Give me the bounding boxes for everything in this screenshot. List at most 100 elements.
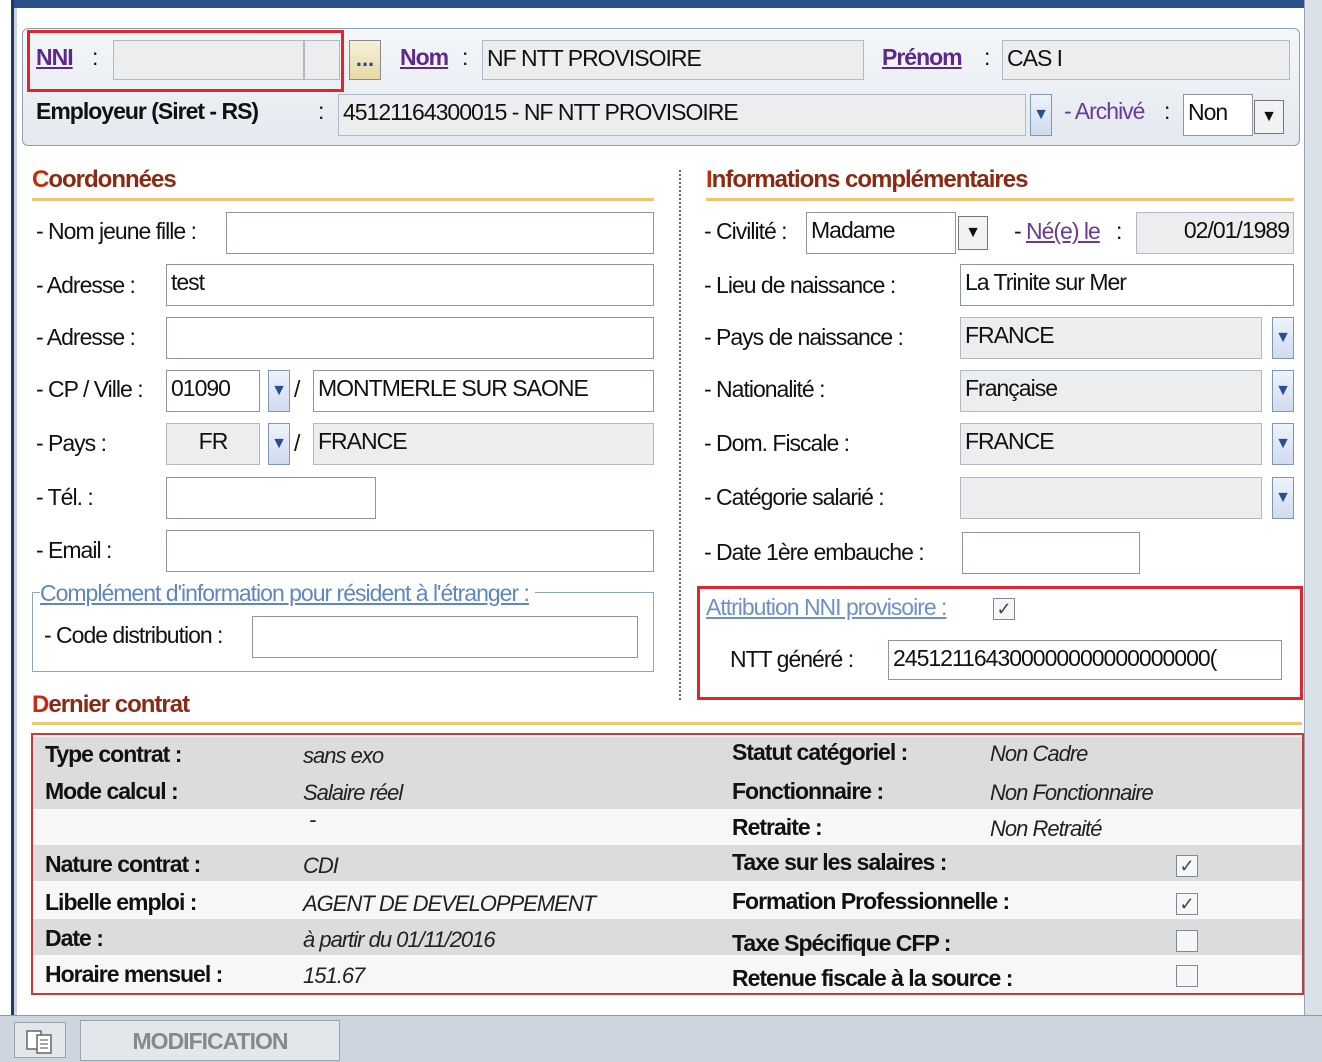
ville-input[interactable]: MONTMERLE SUR SAONE <box>313 370 654 412</box>
nni-input[interactable] <box>113 40 304 80</box>
adresse1-input[interactable]: test <box>166 264 654 306</box>
taxe-cfp-checkbox[interactable] <box>1176 930 1198 952</box>
nni-browse-button[interactable]: ... <box>349 40 381 80</box>
section-title-coordonnees: Coordonnées <box>32 166 177 193</box>
lieu-naissance-label: - Lieu de naissance : <box>704 272 896 298</box>
date-value: à partir du 01/11/2016 <box>303 927 496 952</box>
horaire-mensuel-value: 151.67 <box>303 963 365 988</box>
libelle-emploi-value: AGENT DE DEVELOPPEMENT <box>303 891 596 916</box>
civilite-dropdown-button[interactable]: ▼ <box>958 216 988 250</box>
categorie-salarie-dropdown-button[interactable]: ▼ <box>1272 477 1294 519</box>
nni-label[interactable]: NNI <box>36 44 74 71</box>
nom-label[interactable]: Nom <box>400 44 449 71</box>
pays-separator: / <box>294 430 300 456</box>
fonctionnaire-value: Non Fonctionnaire <box>990 780 1154 805</box>
lieu-naissance-input[interactable]: La Trinite sur Mer <box>960 264 1294 306</box>
prenom-input[interactable]: CAS I <box>1002 40 1290 80</box>
code-distribution-label: - Code distribution : <box>44 622 223 648</box>
prenom-colon: : <box>984 44 990 70</box>
civilite-label: - Civilité : <box>704 218 788 244</box>
section-title-dernier-contrat: Dernier contrat <box>32 691 190 718</box>
type-contrat-label: Type contrat : <box>45 741 182 767</box>
employeur-colon: : <box>318 98 324 124</box>
libelle-emploi-label: Libelle emploi : <box>45 889 197 915</box>
taxe-salaires-checkbox[interactable]: ✓ <box>1176 855 1198 877</box>
date-embauche-input[interactable] <box>962 532 1140 574</box>
ntt-genere-input[interactable]: 245121164300000000000000000( <box>888 640 1282 680</box>
pays-input[interactable]: FRANCE <box>313 423 654 465</box>
section-underline <box>32 722 1302 725</box>
retenue-fiscale-checkbox[interactable] <box>1176 965 1198 987</box>
window-left-border <box>0 0 14 1015</box>
section-underline <box>32 198 654 201</box>
dom-fiscale-dropdown-button[interactable]: ▼ <box>1272 423 1294 465</box>
statut-categoriel-value: Non Cadre <box>990 741 1088 766</box>
vertical-scrollbar[interactable] <box>1304 0 1322 1015</box>
categorie-salarie-select[interactable] <box>960 477 1262 519</box>
employeur-select[interactable]: 45121164300015 - NF NTT PROVISOIRE <box>338 94 1026 136</box>
nom-input[interactable]: NF NTT PROVISOIRE <box>482 40 864 80</box>
pays-naissance-label: - Pays de naissance : <box>704 324 904 350</box>
attribution-nni-checkbox[interactable]: ✓ <box>993 598 1015 620</box>
section-title-informations: Informations complémentaires <box>706 166 1028 193</box>
cp-ville-separator: / <box>294 376 300 402</box>
archive-dropdown-button[interactable]: ▼ <box>1254 100 1284 134</box>
pays-naissance-dropdown-button[interactable]: ▼ <box>1272 317 1294 359</box>
ne-le-colon: : <box>1116 218 1122 244</box>
nni-colon: : <box>92 44 98 70</box>
formation-professionnelle-checkbox[interactable]: ✓ <box>1176 893 1198 915</box>
retraite-label: Retraite : <box>732 814 823 840</box>
tel-label: - Tél. : <box>36 484 94 510</box>
cp-input[interactable]: 01090 <box>166 370 260 412</box>
date-embauche-label: - Date 1ère embauche : <box>704 539 925 565</box>
nom-colon: : <box>462 44 468 70</box>
ne-le-label[interactable]: Né(e) le <box>1026 218 1101 245</box>
archive-label: - Archivé <box>1064 98 1145 124</box>
status-icon-button[interactable] <box>14 1022 66 1058</box>
ntt-genere-label: NTT généré : <box>730 646 854 672</box>
nationalite-select[interactable]: Française <box>960 370 1262 412</box>
contrat-table: Type contrat : sans exo Mode calcul : Sa… <box>31 733 1304 995</box>
nom-jeune-fille-input[interactable] <box>226 212 654 254</box>
taxe-salaires-label: Taxe sur les salaires : <box>732 849 947 875</box>
formation-professionnelle-label: Formation Professionnelle : <box>732 888 1010 914</box>
fonctionnaire-label: Fonctionnaire : <box>732 778 884 804</box>
employeur-label: Employeur (Siret - RS) <box>36 98 259 124</box>
date-naissance-input[interactable]: 02/01/1989 <box>1136 212 1294 254</box>
pays-code-input[interactable]: FR <box>166 423 260 465</box>
dom-fiscale-select[interactable]: FRANCE <box>960 423 1262 465</box>
tel-input[interactable] <box>166 477 376 519</box>
mode-calcul-value: Salaire réel <box>303 780 403 805</box>
taxe-cfp-label: Taxe Spécifique CFP : <box>732 930 951 956</box>
employeur-dropdown-button[interactable]: ▼ <box>1030 94 1052 136</box>
table-row <box>33 919 1302 955</box>
adresse2-label: - Adresse : <box>36 324 136 350</box>
email-label: - Email : <box>36 537 112 563</box>
table-row <box>33 845 1302 881</box>
nature-contrat-value: CDI <box>303 853 339 878</box>
table-row <box>33 881 1302 919</box>
email-input[interactable] <box>166 530 654 572</box>
archive-colon: : <box>1164 98 1170 124</box>
archive-select[interactable]: Non <box>1183 94 1253 136</box>
pays-naissance-select[interactable]: FRANCE <box>960 317 1262 359</box>
categorie-salarie-label: - Catégorie salarié : <box>704 484 885 510</box>
adresse2-input[interactable] <box>166 317 654 359</box>
mode-calcul-label: Mode calcul : <box>45 778 179 804</box>
cp-ville-label: - CP / Ville : <box>36 376 144 402</box>
retenue-fiscale-label: Retenue fiscale à la source : <box>732 965 1013 991</box>
tab-modification[interactable]: MODIFICATION <box>80 1020 340 1061</box>
nationalite-dropdown-button[interactable]: ▼ <box>1272 370 1294 412</box>
nni-input-suffix[interactable] <box>304 40 340 80</box>
nationalite-label: - Nationalité : <box>704 376 826 402</box>
column-separator <box>679 170 681 700</box>
attribution-nni-label: Attribution NNI provisoire : <box>706 594 947 620</box>
cp-dropdown-button[interactable]: ▼ <box>268 370 290 412</box>
prenom-label[interactable]: Prénom <box>882 44 963 71</box>
pays-label: - Pays : <box>36 430 107 456</box>
civilite-select[interactable]: Madame <box>806 212 956 254</box>
horaire-mensuel-label: Horaire mensuel : <box>45 961 223 987</box>
type-contrat-value: sans exo <box>303 743 384 768</box>
pays-dropdown-button[interactable]: ▼ <box>268 423 290 465</box>
code-distribution-input[interactable] <box>252 616 638 658</box>
